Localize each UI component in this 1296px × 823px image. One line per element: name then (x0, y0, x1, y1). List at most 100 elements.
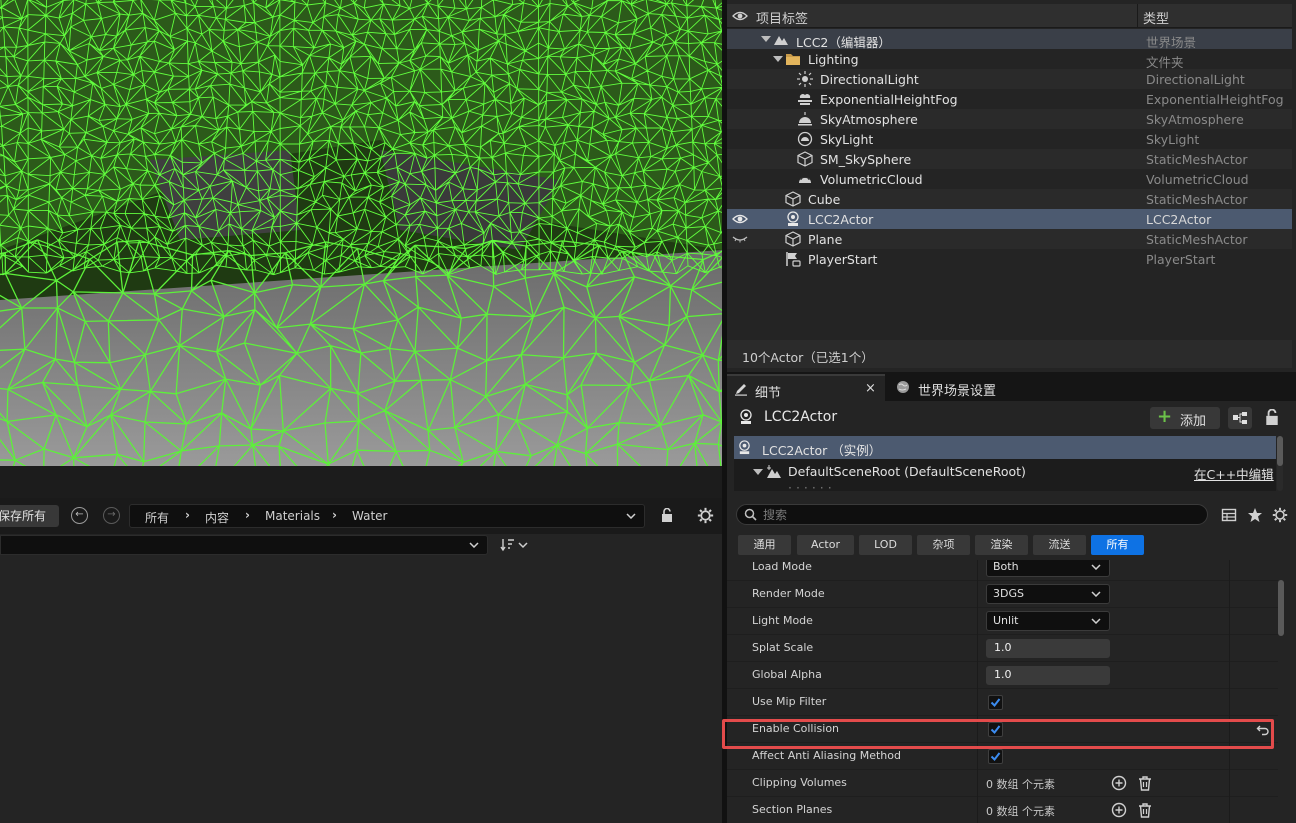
gear-icon[interactable] (1272, 507, 1288, 523)
expand-arrow-icon[interactable] (753, 469, 763, 475)
component-row-instance[interactable]: LCC2Actor （实例） (734, 436, 1276, 459)
column-divider (1229, 689, 1230, 716)
save-all-button[interactable]: 保存所有 (0, 505, 59, 527)
splat-scale-input[interactable]: 1.0 (986, 639, 1110, 658)
prop-row-load-mode: Load Mode Both (727, 560, 1278, 581)
filter-tab-actor[interactable]: Actor (797, 535, 854, 555)
back-icon[interactable]: ← (71, 507, 88, 524)
column-divider[interactable] (977, 797, 978, 823)
outliner-row-name: PlayerStart (808, 252, 878, 267)
expand-arrow-icon[interactable] (773, 56, 783, 62)
render-mode-dropdown[interactable]: 3DGS (986, 584, 1110, 604)
table-view-icon[interactable] (1221, 507, 1237, 523)
forward-icon[interactable]: → (103, 507, 120, 524)
light-mode-dropdown[interactable]: Unlit (986, 611, 1110, 631)
filter-tab-lod[interactable]: LOD (859, 535, 912, 555)
close-icon[interactable]: × (865, 381, 876, 396)
column-divider[interactable] (977, 581, 978, 608)
level-viewport[interactable] (0, 0, 722, 466)
outliner-row-name: ExponentialHeightFog (820, 92, 958, 107)
load-mode-dropdown[interactable]: Both (986, 560, 1110, 577)
details-scrollbar[interactable] (1278, 560, 1284, 823)
outliner-row-volumetric-cloud[interactable]: VolumetricCloud VolumetricCloud (727, 169, 1292, 189)
add-element-icon[interactable] (1111, 802, 1127, 818)
details-search-input[interactable] (763, 506, 1193, 523)
check-icon (990, 725, 1001, 735)
column-divider[interactable] (977, 608, 978, 635)
add-component-button[interactable]: + 添加 (1150, 406, 1220, 429)
column-divider (1229, 716, 1230, 743)
filter-tab-all[interactable]: 所有 (1091, 535, 1144, 555)
eye-icon[interactable] (732, 212, 748, 226)
affect-aa-checkbox[interactable] (988, 749, 1003, 764)
add-element-icon[interactable] (1111, 775, 1127, 791)
outliner-row-world[interactable]: LCC2（编辑器） 世界场景 (727, 29, 1292, 50)
filter-tab-general[interactable]: 通用 (738, 535, 791, 555)
outliner-row-type: StaticMeshActor (1146, 232, 1248, 247)
outliner-row-cube[interactable]: Cube StaticMeshActor (727, 189, 1292, 209)
outliner-row-lcc2actor[interactable]: LCC2Actor LCC2Actor (727, 209, 1292, 229)
gear-icon[interactable] (697, 507, 714, 524)
chevron-down-icon (469, 542, 479, 548)
edit-in-cpp-link[interactable]: 在C++中编辑 (1194, 464, 1274, 483)
outliner-row-player-start[interactable]: PlayerStart PlayerStart (727, 249, 1292, 269)
column-divider[interactable] (977, 635, 978, 662)
column-label-header[interactable]: 项目标签 (756, 8, 808, 27)
outliner-row-directional-light[interactable]: DirectionalLight DirectionalLight (727, 69, 1292, 89)
column-divider (1229, 581, 1230, 608)
component-row-partial: · · · · · · (734, 480, 1276, 491)
prop-label: Render Mode (752, 587, 825, 600)
expand-arrow-icon[interactable] (761, 36, 771, 42)
trash-icon[interactable] (1137, 802, 1153, 818)
blueprint-button[interactable] (1228, 407, 1252, 429)
outliner-row-height-fog[interactable]: ExponentialHeightFog ExponentialHeightFo… (727, 89, 1292, 109)
breadcrumb-item-materials[interactable]: Materials (265, 509, 320, 523)
scrollbar-thumb[interactable] (1278, 580, 1284, 636)
actor-icon (787, 211, 799, 226)
global-alpha-input[interactable]: 1.0 (986, 666, 1110, 685)
outliner-row-name: SkyAtmosphere (820, 112, 918, 127)
asset-filter-dropdown[interactable] (0, 535, 488, 555)
filter-tab-misc[interactable]: 杂项 (917, 535, 970, 555)
filter-tab-streaming[interactable]: 流送 (1033, 535, 1086, 555)
world-outliner: 项目标签 类型 LCC2（编辑器） 世界场景 Lighting 文件夹 Dire… (727, 0, 1296, 372)
column-divider[interactable] (977, 716, 978, 743)
breadcrumb-item-content[interactable]: 内容 (205, 509, 229, 526)
column-divider[interactable] (977, 689, 978, 716)
column-divider[interactable] (977, 743, 978, 770)
sort-icon[interactable] (500, 536, 532, 554)
column-divider[interactable] (977, 560, 978, 581)
outliner-row-sky-atmosphere[interactable]: SkyAtmosphere SkyAtmosphere (727, 109, 1292, 129)
component-tree-scrollbar[interactable] (1277, 436, 1283, 491)
details-search-box[interactable] (736, 504, 1208, 525)
column-divider[interactable] (1137, 4, 1138, 28)
outliner-row-plane[interactable]: Plane StaticMeshActor (727, 229, 1292, 249)
cloud-icon (799, 176, 811, 183)
outliner-row-lighting-folder[interactable]: Lighting 文件夹 (727, 49, 1292, 70)
lock-icon[interactable] (1264, 409, 1280, 425)
trash-icon[interactable] (1137, 775, 1153, 791)
breadcrumb-item-water[interactable]: Water (352, 509, 387, 523)
outliner-row-sky-sphere[interactable]: SM_SkySphere StaticMeshActor (727, 149, 1292, 169)
use-mip-filter-checkbox[interactable] (988, 695, 1003, 710)
component-instance-label: LCC2Actor （实例） (762, 443, 882, 458)
tab-details[interactable]: 细节 × (727, 374, 885, 401)
tab-world-settings[interactable]: 世界场景设置 (892, 374, 1052, 401)
outliner-row-sky-light[interactable]: SkyLight SkyLight (727, 129, 1292, 149)
eye-closed-icon[interactable] (732, 232, 748, 246)
reset-to-default-icon[interactable] (1256, 723, 1270, 737)
enable-collision-checkbox[interactable] (988, 722, 1003, 737)
filter-tab-rendering[interactable]: 渲染 (975, 535, 1028, 555)
outliner-row-name: Plane (808, 232, 843, 247)
column-type-header[interactable]: 类型 (1143, 8, 1169, 27)
star-icon[interactable] (1247, 507, 1263, 523)
chevron-down-icon[interactable] (626, 513, 636, 519)
array-count: 0 数组 个元素 (986, 805, 1055, 818)
breadcrumb[interactable]: 所有 › 内容 › Materials › Water (129, 504, 645, 528)
eye-icon[interactable] (732, 10, 748, 22)
column-divider[interactable] (977, 662, 978, 689)
column-divider[interactable] (977, 770, 978, 797)
sky-atmosphere-icon (798, 112, 812, 126)
lock-icon[interactable] (660, 508, 674, 522)
breadcrumb-item-all[interactable]: 所有 (145, 509, 169, 526)
